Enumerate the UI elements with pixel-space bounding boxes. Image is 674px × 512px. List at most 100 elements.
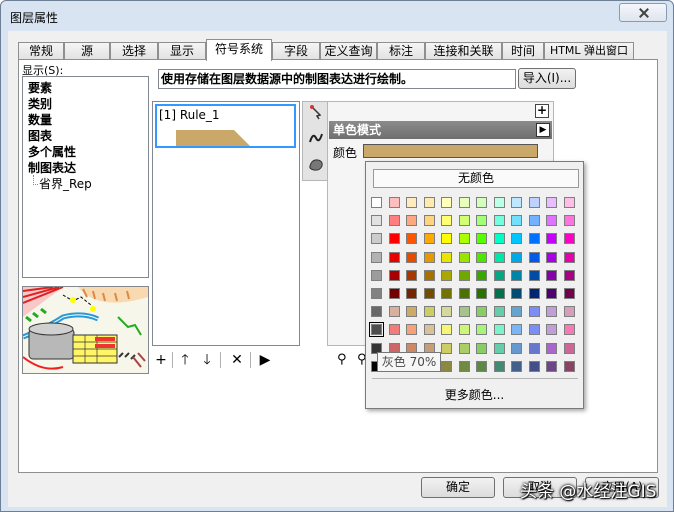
expand-arrow-icon[interactable]: ▶ — [536, 123, 550, 137]
color-swatch-cell[interactable] — [476, 197, 487, 208]
add-rule-button[interactable]: + — [152, 350, 170, 370]
tab-labels[interactable]: 标注 — [377, 42, 425, 60]
color-swatch-cell[interactable] — [494, 324, 505, 335]
move-up-button[interactable]: 🡑 — [176, 350, 194, 370]
color-swatch-cell[interactable] — [406, 197, 417, 208]
color-swatch-cell[interactable] — [406, 288, 417, 299]
color-swatch-cell[interactable] — [476, 324, 487, 335]
color-swatch-cell[interactable] — [459, 288, 470, 299]
tree-item-multiple-attributes[interactable]: 多个属性 — [28, 144, 148, 160]
color-swatch-cell[interactable] — [494, 233, 505, 244]
color-swatch-cell[interactable] — [476, 306, 487, 317]
tree-item-features[interactable]: 要素 — [28, 80, 148, 96]
color-swatch-cell[interactable] — [494, 306, 505, 317]
add-graphic-icon[interactable]: ⚲ — [337, 352, 347, 367]
tree-item-charts[interactable]: 图表 — [28, 128, 148, 144]
color-swatch-cell[interactable] — [546, 324, 557, 335]
color-swatch-cell[interactable] — [424, 252, 435, 263]
color-swatch-cell[interactable] — [424, 288, 435, 299]
color-swatch-cell[interactable] — [529, 288, 540, 299]
color-swatch-cell[interactable] — [389, 324, 400, 335]
color-swatch-cell[interactable] — [511, 306, 522, 317]
color-swatch-cell[interactable] — [406, 252, 417, 263]
tab-html-popup[interactable]: HTML 弹出窗口 — [544, 42, 634, 60]
color-swatch-cell[interactable] — [564, 361, 575, 372]
color-swatch-cell[interactable] — [511, 288, 522, 299]
color-swatch-cell[interactable] — [424, 197, 435, 208]
color-swatch-cell[interactable] — [441, 215, 452, 226]
color-swatch-cell[interactable] — [564, 233, 575, 244]
color-swatch-cell[interactable] — [424, 215, 435, 226]
tree-item-representation-rep[interactable]: 省界_Rep — [28, 175, 148, 192]
color-swatch-cell[interactable] — [546, 215, 557, 226]
color-swatch-cell[interactable] — [564, 252, 575, 263]
color-swatch-cell[interactable] — [564, 343, 575, 354]
color-swatch-cell[interactable] — [389, 270, 400, 281]
color-swatch-cell[interactable] — [546, 306, 557, 317]
close-button[interactable] — [619, 3, 667, 22]
color-swatch-cell[interactable] — [371, 306, 382, 317]
color-swatch-cell[interactable] — [529, 215, 540, 226]
color-swatch-cell[interactable] — [424, 233, 435, 244]
color-swatch-cell[interactable] — [389, 215, 400, 226]
color-swatch-cell[interactable] — [494, 270, 505, 281]
color-swatch-cell[interactable] — [494, 361, 505, 372]
color-swatch-cell[interactable] — [529, 252, 540, 263]
color-swatch-cell[interactable] — [371, 252, 382, 263]
color-swatch-cell[interactable] — [564, 270, 575, 281]
add-property-button[interactable]: + — [535, 104, 549, 118]
color-swatch-cell[interactable] — [459, 343, 470, 354]
color-swatch-cell[interactable] — [406, 324, 417, 335]
color-swatch-cell[interactable] — [564, 306, 575, 317]
more-colors-button[interactable]: 更多颜色... — [366, 386, 583, 403]
tab-fields[interactable]: 字段 — [272, 42, 320, 60]
color-swatch-cell[interactable] — [459, 233, 470, 244]
color-swatch-cell[interactable] — [564, 324, 575, 335]
color-swatch-cell[interactable] — [511, 324, 522, 335]
tab-display[interactable]: 显示 — [158, 42, 206, 60]
tab-joins-relates[interactable]: 连接和关联 — [425, 42, 502, 60]
color-swatch-cell[interactable] — [511, 361, 522, 372]
color-swatch-cell[interactable] — [529, 270, 540, 281]
color-swatch-cell[interactable] — [441, 343, 452, 354]
color-swatch-cell[interactable] — [441, 288, 452, 299]
color-swatch-cell[interactable] — [564, 215, 575, 226]
color-swatch-cell[interactable] — [459, 324, 470, 335]
color-swatch-cell[interactable] — [459, 252, 470, 263]
color-swatch-cell[interactable] — [511, 233, 522, 244]
color-swatch-cell[interactable] — [546, 288, 557, 299]
color-swatch-cell[interactable] — [476, 343, 487, 354]
color-swatch-cell[interactable] — [369, 322, 384, 337]
color-swatch-cell[interactable] — [406, 215, 417, 226]
color-swatch-cell[interactable] — [546, 343, 557, 354]
color-swatch-cell[interactable] — [459, 215, 470, 226]
color-swatch-cell[interactable] — [529, 343, 540, 354]
color-swatch-cell[interactable] — [529, 197, 540, 208]
ok-button[interactable]: 确定 — [421, 477, 495, 498]
color-swatch-cell[interactable] — [476, 361, 487, 372]
color-swatch-cell[interactable] — [389, 252, 400, 263]
tab-time[interactable]: 时间 — [502, 42, 544, 60]
color-swatch-cell[interactable] — [459, 306, 470, 317]
color-swatch-cell[interactable] — [441, 252, 452, 263]
color-swatch-cell[interactable] — [494, 288, 505, 299]
import-button[interactable]: 导入(I)... — [518, 68, 576, 89]
color-swatch-cell[interactable] — [406, 306, 417, 317]
color-swatch-cell[interactable] — [546, 233, 557, 244]
tab-symbology[interactable]: 符号系统 — [206, 39, 272, 61]
color-swatch-cell[interactable] — [424, 306, 435, 317]
tree-item-categories[interactable]: 类别 — [28, 96, 148, 112]
color-swatch-cell[interactable] — [371, 215, 382, 226]
color-swatch-cell[interactable] — [564, 197, 575, 208]
expand-button[interactable]: ▶ — [256, 350, 274, 370]
color-swatch-cell[interactable] — [459, 270, 470, 281]
color-swatch-cell[interactable] — [476, 288, 487, 299]
tab-selection[interactable]: 选择 — [110, 42, 158, 60]
color-swatch-cell[interactable] — [389, 288, 400, 299]
color-swatch-cell[interactable] — [459, 361, 470, 372]
color-swatch-cell[interactable] — [564, 288, 575, 299]
color-swatch-cell[interactable] — [529, 233, 540, 244]
color-swatch-cell[interactable] — [441, 361, 452, 372]
color-swatch-cell[interactable] — [511, 197, 522, 208]
color-swatch-cell[interactable] — [494, 252, 505, 263]
